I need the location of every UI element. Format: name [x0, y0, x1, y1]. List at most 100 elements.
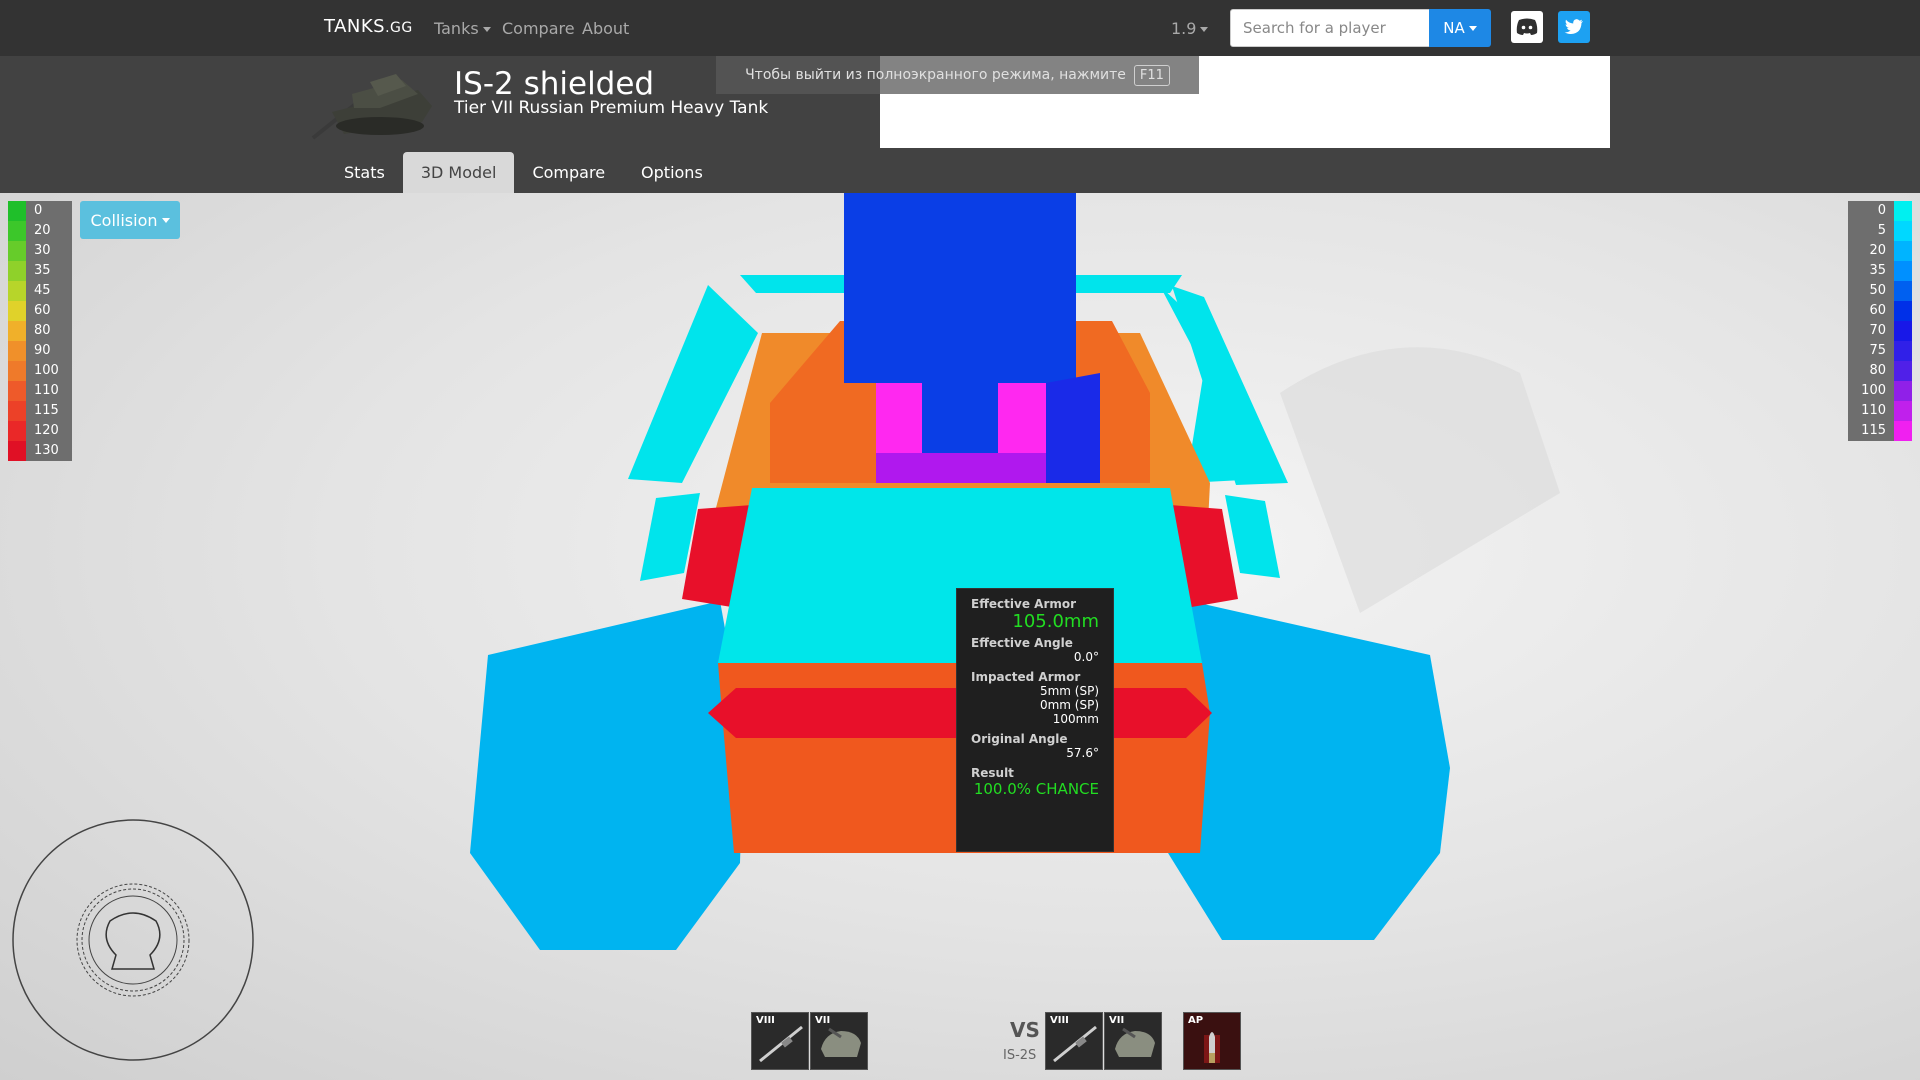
legend-value: 35 — [1848, 261, 1894, 281]
nav-tanks-dropdown[interactable]: Tanks — [434, 19, 491, 38]
legend-swatch — [1894, 301, 1912, 321]
legend-value: 45 — [26, 281, 72, 301]
legend-row: 35 — [8, 261, 72, 281]
legend-swatch — [8, 241, 26, 261]
legend-value: 35 — [26, 261, 72, 281]
top-navbar: TANKS.GG Tanks Compare About 1.9 NA — [0, 0, 1920, 56]
effective-angle-value: 0.0° — [1073, 650, 1099, 664]
legend-row: 130 — [8, 441, 72, 461]
tab-options[interactable]: Options — [623, 152, 721, 193]
effective-angle-label: Effective Angle — [971, 636, 1073, 650]
tab-3d-model[interactable]: 3D Model — [402, 152, 515, 193]
legend-swatch — [1894, 321, 1912, 341]
legend-row: 75 — [1848, 341, 1912, 361]
attacker-gun-slot[interactable]: VIII — [751, 1012, 809, 1070]
legend-value: 120 — [26, 421, 72, 441]
legend-row: 100 — [1848, 381, 1912, 401]
legend-row: 20 — [1848, 241, 1912, 261]
legend-row: 60 — [8, 301, 72, 321]
twitter-button[interactable] — [1558, 11, 1590, 43]
nav-about-link[interactable]: About — [582, 19, 629, 38]
brand-suffix: .GG — [385, 20, 413, 36]
effective-armor-value: 105.0mm — [1012, 611, 1099, 632]
legend-swatch — [1894, 361, 1912, 381]
legend-swatch — [1894, 281, 1912, 301]
target-gun-slot[interactable]: VIII — [1045, 1012, 1103, 1070]
legend-swatch — [1894, 221, 1912, 241]
attacker-turret-slot[interactable]: VII — [810, 1012, 868, 1070]
legend-value: 60 — [1848, 301, 1894, 321]
tank-thumbnail — [311, 74, 432, 140]
armor-3d-viewport[interactable]: 0 20 30 35 45 60 80 90 100 110 115 120 1… — [0, 193, 1920, 1080]
legend-value: 110 — [1848, 401, 1894, 421]
legend-value: 80 — [1848, 361, 1894, 381]
slot-tier: VII — [815, 1015, 831, 1026]
version-label: 1.9 — [1171, 19, 1197, 38]
loadout-bar: VIII VII VS IS-2S VIII VII AP — [0, 1012, 1920, 1072]
nav-tanks-label: Tanks — [434, 19, 479, 38]
tab-compare[interactable]: Compare — [514, 152, 623, 193]
legend-swatch — [1894, 421, 1912, 441]
tank-tabs: Stats 3D Model Compare Options — [326, 152, 721, 193]
legend-swatch — [1894, 241, 1912, 261]
legend-value: 70 — [1848, 321, 1894, 341]
armor-legend-left: 0 20 30 35 45 60 80 90 100 110 115 120 1… — [8, 201, 72, 461]
legend-swatch — [8, 321, 26, 341]
legend-value: 5 — [1848, 221, 1894, 241]
target-turret-slot[interactable]: VII — [1104, 1012, 1162, 1070]
player-search-input[interactable] — [1230, 9, 1430, 47]
legend-swatch — [1894, 401, 1912, 421]
legend-row: 110 — [8, 381, 72, 401]
version-dropdown[interactable]: 1.9 — [1171, 19, 1209, 38]
tab-stats[interactable]: Stats — [326, 152, 403, 193]
collision-mode-label: Collision — [90, 210, 158, 230]
legend-swatch — [8, 401, 26, 421]
impacted-armor-label: Impacted Armor — [971, 670, 1081, 684]
legend-row: 115 — [1848, 421, 1912, 441]
chevron-down-icon — [1200, 27, 1209, 32]
legend-swatch — [1894, 261, 1912, 281]
legend-value: 30 — [26, 241, 72, 261]
legend-value: 0 — [1848, 201, 1894, 221]
armor-legend-right: 0 5 20 35 50 60 70 75 80 100 110 115 — [1848, 201, 1912, 441]
legend-swatch — [8, 221, 26, 241]
legend-value: 115 — [1848, 421, 1894, 441]
fullscreen-hint: Чтобы выйти из полноэкранного режима, на… — [716, 56, 1199, 94]
legend-value: 50 — [1848, 281, 1894, 301]
slot-tier: VII — [1109, 1015, 1125, 1026]
legend-swatch — [1894, 341, 1912, 361]
legend-value: 75 — [1848, 341, 1894, 361]
target-tank-name: IS-2S — [1003, 1048, 1037, 1063]
slot-tier: AP — [1188, 1015, 1204, 1026]
nav-compare-link[interactable]: Compare — [502, 19, 575, 38]
twitter-icon — [1564, 19, 1583, 35]
effective-armor-label: Effective Armor — [971, 597, 1077, 611]
legend-row: 50 — [1848, 281, 1912, 301]
legend-swatch — [8, 361, 26, 381]
ammo-slot[interactable]: AP — [1183, 1012, 1241, 1070]
legend-swatch — [8, 421, 26, 441]
result-label: Result — [971, 766, 1014, 780]
legend-row: 35 — [1848, 261, 1912, 281]
legend-value: 20 — [26, 221, 72, 241]
fullscreen-hint-key: F11 — [1133, 64, 1170, 86]
legend-swatch — [1894, 201, 1912, 221]
legend-swatch — [8, 281, 26, 301]
region-dropdown-button[interactable]: NA — [1429, 9, 1491, 47]
legend-value: 130 — [26, 441, 72, 461]
legend-row: 30 — [8, 241, 72, 261]
legend-row: 70 — [1848, 321, 1912, 341]
legend-value: 0 — [26, 201, 72, 221]
legend-value: 115 — [26, 401, 72, 421]
slot-tier: VIII — [1050, 1015, 1069, 1026]
discord-button[interactable] — [1511, 11, 1543, 43]
collision-mode-dropdown[interactable]: Collision — [80, 201, 180, 239]
slot-tier: VIII — [756, 1015, 775, 1026]
legend-row: 0 — [1848, 201, 1912, 221]
site-logo[interactable]: TANKS.GG — [324, 16, 413, 37]
legend-row: 45 — [8, 281, 72, 301]
legend-row: 115 — [8, 401, 72, 421]
impacted-armor-value: 0mm (SP) — [1039, 698, 1099, 712]
legend-value: 100 — [26, 361, 72, 381]
legend-value: 80 — [26, 321, 72, 341]
